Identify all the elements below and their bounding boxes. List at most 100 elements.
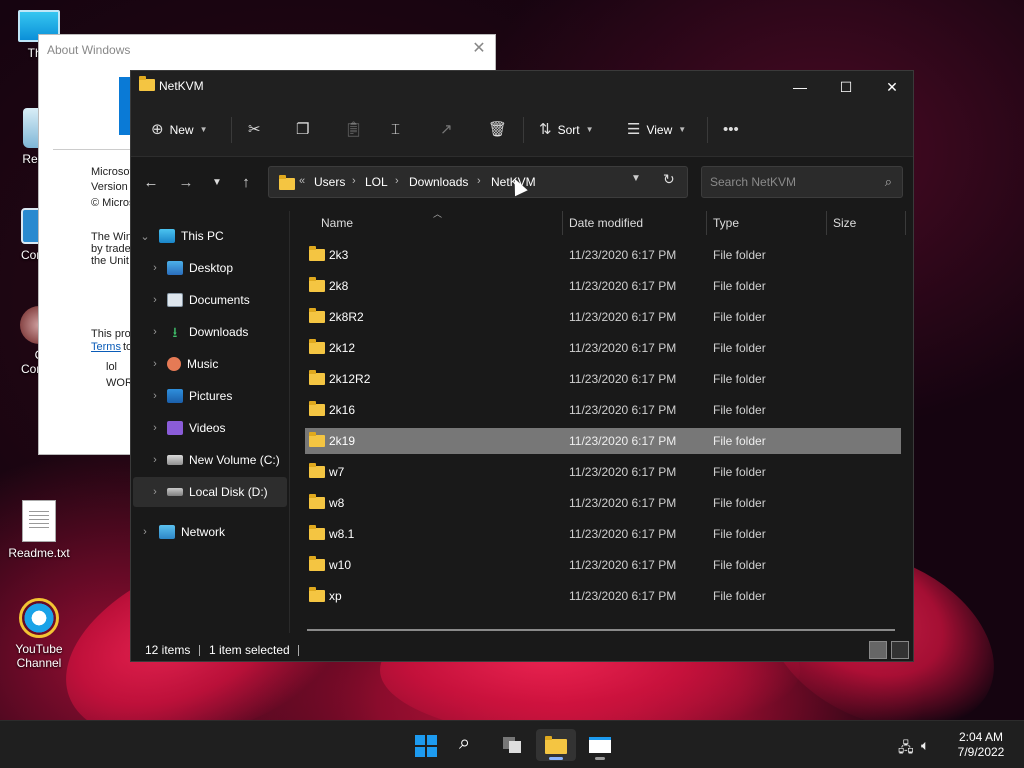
nav-pictures[interactable]: › Pictures <box>133 381 287 411</box>
nav-new-volume-c[interactable]: › New Volume (C:) <box>133 445 287 475</box>
up-button[interactable]: ↑ <box>234 171 258 195</box>
folder-icon <box>309 587 325 602</box>
table-row[interactable]: xp 11/23/2020 6:17 PM File folder <box>305 583 901 609</box>
address-bar[interactable]: « Users › LOL › Downloads › NetKVM ▼ ↻ <box>268 166 688 198</box>
chevron-down-icon[interactable]: ⌄ <box>137 230 153 243</box>
divider <box>298 645 299 656</box>
about-windows-taskbar-button[interactable] <box>580 729 620 761</box>
nav-this-pc[interactable]: ⌄ This PC <box>133 221 287 251</box>
title-bar[interactable]: NetKVM — ☐ ✕ <box>131 71 913 103</box>
column-divider[interactable] <box>562 211 563 235</box>
rename-button[interactable]: ⌶ <box>391 117 400 143</box>
breadcrumb-overflow[interactable]: « <box>299 175 305 187</box>
desktop-icon-youtube-channel[interactable]: YouTube Channel <box>0 598 78 670</box>
share-button[interactable]: ↗ <box>440 117 453 143</box>
search-button[interactable]: ⌕ <box>448 729 488 761</box>
chevron-right-icon[interactable]: › <box>147 326 163 338</box>
task-view-icon <box>509 741 521 753</box>
column-header-name[interactable]: Name <box>321 209 353 237</box>
column-header-date[interactable]: Date modified <box>569 209 643 237</box>
network-icon[interactable]: 🖧︎ <box>898 737 914 761</box>
copy-button[interactable]: ❐ <box>296 117 309 143</box>
table-row[interactable]: w7 11/23/2020 6:17 PM File folder <box>305 459 901 485</box>
file-type: File folder <box>713 496 766 510</box>
chevron-right-icon[interactable]: › <box>147 262 163 274</box>
table-row[interactable]: 2k8 11/23/2020 6:17 PM File folder <box>305 273 901 299</box>
nav-documents[interactable]: › Documents <box>133 285 287 315</box>
horizontal-scrollbar[interactable] <box>307 629 895 631</box>
nav-network[interactable]: › Network <box>133 517 287 547</box>
file-name: 2k12R2 <box>329 372 371 386</box>
drive-icon <box>167 488 183 496</box>
task-view-button[interactable] <box>492 729 532 761</box>
terms-link[interactable]: Terms <box>91 340 121 355</box>
clock[interactable]: 2:04 AM 7/9/2022 <box>948 730 1014 760</box>
chevron-right-icon[interactable]: › <box>147 422 163 434</box>
table-row[interactable]: w10 11/23/2020 6:17 PM File folder <box>305 552 901 578</box>
large-icons-view-button[interactable] <box>891 641 909 659</box>
new-button[interactable]: ⊕ New ▼ <box>151 117 208 143</box>
command-bar: ⊕ New ▼ ✂ ❐ 📋︎ ⌶ ↗ 🗑︎ ⇅ Sort ▼ ☰ View ▼ … <box>131 103 913 157</box>
file-explorer-window[interactable]: NetKVM — ☐ ✕ ⊕ New ▼ ✂ ❐ 📋︎ ⌶ ↗ 🗑︎ ⇅ Sor… <box>130 70 914 662</box>
table-row[interactable]: w8.1 11/23/2020 6:17 PM File folder <box>305 521 901 547</box>
table-row[interactable]: w8 11/23/2020 6:17 PM File folder <box>305 490 901 516</box>
table-row[interactable]: 2k3 11/23/2020 6:17 PM File folder <box>305 242 901 268</box>
file-type: File folder <box>713 465 766 479</box>
licensed-user: lol <box>106 361 118 373</box>
table-row[interactable]: 2k8R2 11/23/2020 6:17 PM File folder <box>305 304 901 330</box>
desktop-icon-readme[interactable]: Readme.txt <box>0 500 78 560</box>
recent-locations-button[interactable]: ▼ <box>205 171 229 195</box>
chevron-right-icon[interactable]: › <box>147 294 163 306</box>
maximize-button[interactable]: ☐ <box>823 71 869 103</box>
chevron-down-icon[interactable]: ▼ <box>631 173 641 184</box>
refresh-icon[interactable]: ↻ <box>663 171 675 188</box>
chevron-right-icon[interactable]: › <box>147 486 163 498</box>
breadcrumb-users[interactable]: Users <box>314 175 345 189</box>
delete-button[interactable]: 🗑︎ <box>488 117 507 143</box>
chevron-right-icon[interactable]: › <box>147 390 163 402</box>
table-row[interactable]: 2k12R2 11/23/2020 6:17 PM File folder <box>305 366 901 392</box>
nav-downloads[interactable]: › ⭳ Downloads <box>133 317 287 347</box>
start-button[interactable] <box>404 729 444 761</box>
column-divider[interactable] <box>826 211 827 235</box>
nav-videos[interactable]: › Videos <box>133 413 287 443</box>
chevron-right-icon[interactable]: › <box>147 454 163 466</box>
details-view-button[interactable] <box>869 641 887 659</box>
column-divider[interactable] <box>706 211 707 235</box>
folder-icon <box>309 308 325 323</box>
copy-icon: ❐ <box>296 121 310 138</box>
sort-button[interactable]: ⇅ Sort ▼ <box>539 117 594 143</box>
file-name: w7 <box>329 465 345 479</box>
table-row[interactable]: 2k19 11/23/2020 6:17 PM File folder <box>305 428 901 454</box>
close-button[interactable]: ✕ <box>869 71 915 103</box>
breadcrumb-lol[interactable]: LOL <box>365 175 388 189</box>
paste-button[interactable]: 📋︎ <box>344 117 363 143</box>
see-more-button[interactable]: ••• <box>723 117 739 143</box>
column-header-type[interactable]: Type <box>713 209 739 237</box>
close-icon[interactable]: ✕ <box>469 39 489 59</box>
table-row[interactable]: 2k12 11/23/2020 6:17 PM File folder <box>305 335 901 361</box>
volume-icon[interactable]: 🔈︎ <box>921 737 929 754</box>
folder-icon <box>309 432 325 447</box>
file-explorer-taskbar-button[interactable] <box>536 729 576 761</box>
column-divider[interactable] <box>905 211 906 235</box>
chevron-right-icon[interactable]: › <box>137 526 153 538</box>
nav-desktop[interactable]: › Desktop <box>133 253 287 283</box>
search-input[interactable] <box>710 175 870 189</box>
breadcrumb-downloads[interactable]: Downloads <box>409 175 468 189</box>
chevron-right-icon[interactable]: › <box>147 358 163 370</box>
file-name: 2k3 <box>329 248 349 262</box>
forward-button[interactable]: → <box>174 171 198 195</box>
cut-button[interactable]: ✂ <box>248 117 261 143</box>
view-button[interactable]: ☰ View ▼ <box>627 117 686 143</box>
search-box[interactable]: ⌕ <box>701 166 903 198</box>
arrow-up-icon: ↑ <box>242 174 250 191</box>
nav-local-disk-d[interactable]: › Local Disk (D:) <box>133 477 287 507</box>
table-row[interactable]: 2k16 11/23/2020 6:17 PM File folder <box>305 397 901 423</box>
back-button[interactable]: ← <box>139 171 163 195</box>
pane-splitter[interactable] <box>289 211 290 633</box>
file-type: File folder <box>713 558 766 572</box>
nav-music[interactable]: › Music <box>133 349 287 379</box>
minimize-button[interactable]: — <box>777 71 823 103</box>
column-header-size[interactable]: Size <box>833 209 856 237</box>
